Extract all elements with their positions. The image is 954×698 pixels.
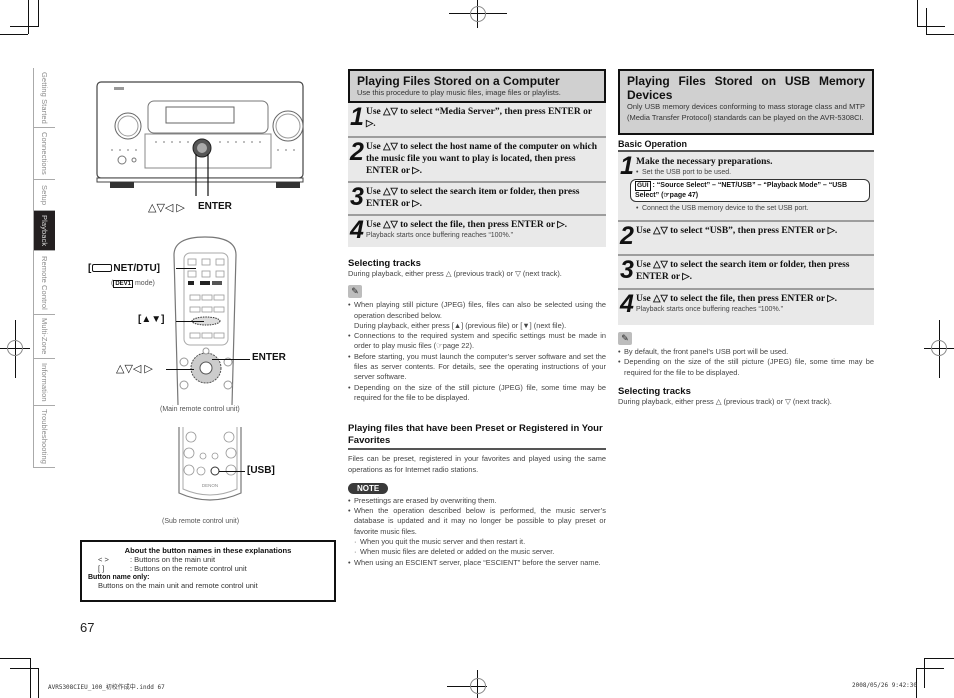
remote-cursor-callout: △▽◁ ▷	[116, 363, 153, 375]
tab-getting-started[interactable]: Getting Started	[33, 68, 55, 128]
section-subtitle: Only USB memory devices conforming to ma…	[627, 102, 865, 122]
tip-item: Depending on the size of the still pictu…	[618, 357, 874, 378]
main-unit-enter-callout: ENTER	[198, 201, 232, 212]
callout-line	[219, 471, 245, 472]
button-names-info-box: About the button names in these explanat…	[80, 540, 336, 602]
crop-mark	[10, 668, 38, 669]
gui-icon: GUI	[635, 181, 651, 191]
crop-mark	[10, 26, 38, 27]
net-dtu-icon	[92, 264, 113, 273]
callout-line	[176, 321, 204, 322]
step-3: 3 Use △▽ to select the search item or fo…	[618, 254, 874, 288]
button-name-only-text: Buttons on the main unit and remote cont…	[98, 581, 258, 590]
file-slug: AVR5308CIEU_100_初校作成中.indd 67	[48, 684, 165, 691]
remote-enter-callout: ENTER	[252, 352, 286, 363]
pencil-icon: ✎	[618, 332, 632, 345]
computer-section-header: Playing Files Stored on a Computer Use t…	[348, 69, 606, 103]
usb-playback-section: Playing Files Stored on USB Memory Devic…	[618, 69, 874, 407]
usb-callout: [USB]	[247, 465, 275, 476]
button-name-only-label: Button name only:	[88, 574, 150, 581]
tip-item: Before starting, you must launch the com…	[348, 352, 606, 383]
crop-mark	[926, 8, 927, 35]
step-4: 4 Use △▽ to select the file, then press …	[618, 288, 874, 325]
selecting-tracks-title: Selecting tracks	[348, 258, 421, 269]
step-2: 2 Use △▽ to select the host name of the …	[348, 136, 606, 181]
crop-mark	[916, 668, 944, 669]
selecting-tracks-title: Selecting tracks	[618, 385, 691, 397]
gui-menu-path: GUI : “Source Select” – “NET/USB” – “Pla…	[630, 179, 870, 202]
tab-setup[interactable]: Setup	[33, 180, 55, 211]
crop-mark	[917, 26, 945, 27]
preset-text: Files can be preset, registered in your …	[348, 454, 606, 474]
registration-circle	[931, 340, 947, 356]
crop-mark	[38, 0, 39, 27]
crop-mark	[0, 658, 30, 659]
note-item: When the operation described below is pe…	[348, 506, 606, 537]
main-unit-illustration	[96, 81, 304, 196]
preset-section-title: Playing files that have been Preset or R…	[348, 423, 606, 451]
selecting-tracks-text: During playback, either press △ (previou…	[348, 269, 562, 278]
tip-item: By default, the front panel’s USB port w…	[618, 347, 874, 358]
step-4: 4 Use △▽ to select the file, then press …	[348, 214, 606, 247]
tab-remote-control[interactable]: Remote Control	[33, 251, 55, 315]
step-1: 1 Use △▽ to select “Media Server”, then …	[348, 103, 606, 136]
tab-troubleshooting[interactable]: Troubleshooting	[33, 406, 55, 468]
page-number: 67	[80, 620, 95, 635]
main-remote-caption: (Main remote control unit)	[160, 406, 240, 413]
note-subitem: When music files are deleted or added on…	[348, 547, 606, 558]
main-remote-illustration	[173, 236, 237, 405]
tip-item: Connections to the required system and s…	[348, 331, 606, 352]
tip-item: Depending on the size of the still pictu…	[348, 383, 606, 404]
sub-remote-brand: DENON	[202, 483, 218, 488]
crop-mark	[924, 658, 925, 688]
section-title: Playing Files Stored on a Computer	[357, 74, 560, 88]
net-dtu-callout: [NET/DTU]	[88, 263, 161, 274]
section-tabs: Getting Started Connections Setup Playba…	[33, 68, 55, 468]
tab-playback[interactable]: Playback	[33, 211, 55, 251]
callout-line	[212, 359, 250, 360]
info-row: [ ]: Buttons on the remote control unit	[98, 564, 247, 573]
crop-mark	[38, 668, 39, 698]
sub-remote-illustration: DENON	[178, 427, 242, 501]
note-subitem: When you quit the music server and then …	[348, 537, 606, 548]
sub-remote-caption: (Sub remote control unit)	[162, 518, 240, 525]
computer-playback-section: Playing Files Stored on a Computer Use t…	[348, 69, 606, 568]
pencil-icon: ✎	[348, 285, 362, 299]
tab-multi-zone[interactable]: Multi-Zone	[33, 315, 55, 359]
registration-circle	[7, 340, 23, 356]
print-timestamp: 2008/05/26 9:42:30	[852, 682, 918, 689]
crop-mark	[924, 658, 954, 659]
registration-circle	[470, 6, 486, 22]
updown-callout: [▲▼]	[138, 314, 165, 325]
tip-item: When playing still picture (JPEG) files,…	[348, 300, 606, 331]
tab-information[interactable]: Information	[33, 359, 55, 406]
note-item: Presettings are erased by overwriting th…	[348, 496, 606, 507]
step-1: 1 Make the necessary preparations. Set t…	[618, 152, 874, 220]
dev1-mode-note: (DEV1 mode)	[111, 280, 155, 288]
selecting-tracks-text: During playback, either press △ (previou…	[618, 396, 832, 406]
registration-circle	[470, 678, 486, 694]
crop-mark	[917, 0, 918, 27]
info-row: < >: Buttons on the main unit	[98, 555, 216, 564]
callout-line	[166, 369, 194, 370]
crop-mark	[28, 0, 29, 34]
crop-mark	[30, 658, 31, 698]
crop-mark	[926, 34, 954, 35]
step-2: 2 Use △▽ to select “USB”, then press ENT…	[618, 220, 874, 254]
note-item: When using an ESCIENT server, place “ESC…	[348, 558, 606, 569]
usb-section-header: Playing Files Stored on USB Memory Devic…	[618, 69, 874, 135]
crop-mark	[0, 34, 28, 35]
basic-operation-title: Basic Operation	[618, 139, 874, 152]
note-badge: NOTE	[348, 482, 389, 494]
info-box-title: About the button names in these explanat…	[124, 546, 292, 555]
step-3: 3 Use △▽ to select the search item or fo…	[348, 181, 606, 214]
main-unit-cursor-callout: △▽◁ ▷	[148, 202, 185, 214]
tab-connections[interactable]: Connections	[33, 128, 55, 180]
dev1-badge: DEV1	[113, 280, 134, 288]
callout-line	[176, 268, 196, 269]
section-subtitle: Use this procedure to play music files, …	[357, 88, 561, 97]
section-title: Playing Files Stored on USB Memory Devic…	[627, 74, 865, 102]
